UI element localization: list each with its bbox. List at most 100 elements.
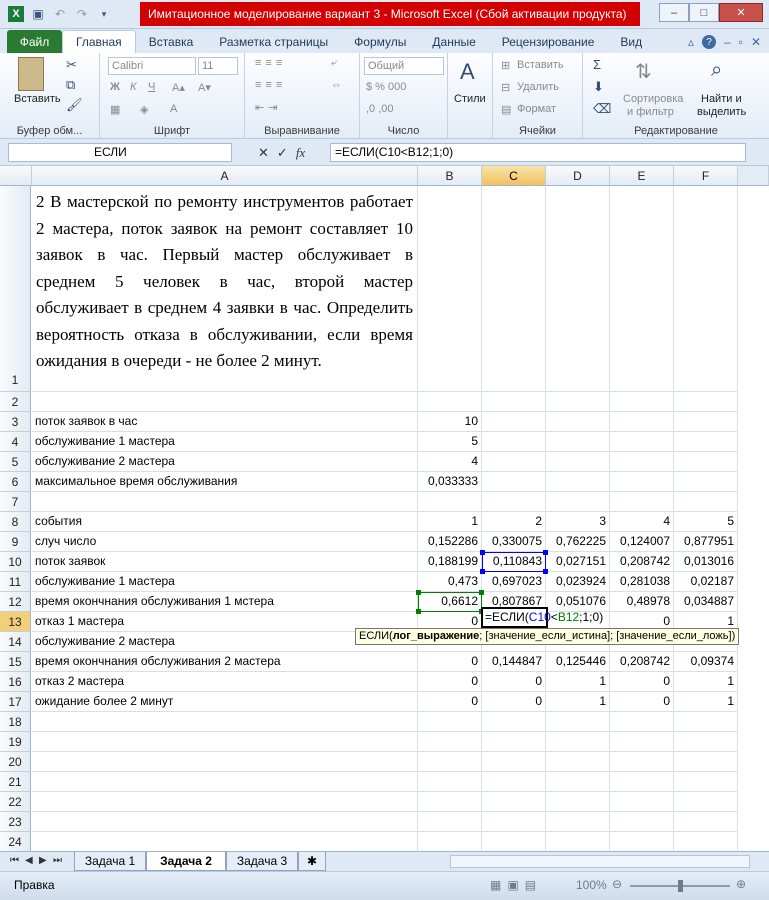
row-header-10[interactable]: 10: [0, 552, 31, 572]
cell-e22[interactable]: [610, 792, 674, 812]
cell-b22[interactable]: [418, 792, 482, 812]
sheet-tab-3[interactable]: Задача 3: [226, 852, 298, 871]
row-header-3[interactable]: 3: [0, 412, 31, 432]
merge-icon[interactable]: ⇔: [331, 79, 342, 91]
cell-b17[interactable]: 0: [418, 692, 482, 712]
cell-a7[interactable]: [32, 492, 418, 512]
minimize-ribbon-icon[interactable]: ▵: [688, 35, 694, 49]
format-cells-button[interactable]: Формат: [517, 103, 556, 115]
cell-c11[interactable]: 0,697023: [482, 572, 546, 592]
cancel-formula-icon[interactable]: ✕: [258, 145, 269, 161]
cell-e6[interactable]: [610, 472, 674, 492]
ref-highlight-c10-handle[interactable]: [543, 569, 548, 574]
ref-highlight-b12-handle[interactable]: [416, 609, 421, 614]
row-header-6[interactable]: 6: [0, 472, 31, 492]
cell-a22[interactable]: [32, 792, 418, 812]
cell-d17[interactable]: 1: [546, 692, 610, 712]
cell-a15[interactable]: время окончнания обслуживания 2 мастера: [32, 652, 418, 672]
cell-f7[interactable]: [674, 492, 738, 512]
cell-f4[interactable]: [674, 432, 738, 452]
autosum-icon[interactable]: Σ: [593, 57, 601, 72]
zoom-slider-thumb[interactable]: [678, 880, 683, 892]
find-select-label[interactable]: Найти и: [701, 93, 742, 105]
insert-sheet-icon[interactable]: ✱: [298, 852, 326, 871]
cell-e17[interactable]: 0: [610, 692, 674, 712]
doc-restore-icon[interactable]: ▫: [739, 35, 743, 49]
cell-b3[interactable]: 10: [418, 412, 482, 432]
cell-d11[interactable]: 0,023924: [546, 572, 610, 592]
cell-b21[interactable]: [418, 772, 482, 792]
cell-e24[interactable]: [610, 832, 674, 851]
cell-d15[interactable]: 0,125446: [546, 652, 610, 672]
format-painter-icon[interactable]: 🖌: [66, 97, 83, 113]
first-sheet-icon[interactable]: ⏮: [10, 855, 19, 866]
cell-a6[interactable]: максимальное время обслуживания: [32, 472, 418, 492]
cell-f16[interactable]: 1: [674, 672, 738, 692]
insert-function-icon[interactable]: fx: [296, 145, 305, 161]
cell-a18[interactable]: [32, 712, 418, 732]
paste-icon[interactable]: [18, 57, 44, 91]
cell-a9[interactable]: случ число: [32, 532, 418, 552]
v-scrollbar-top[interactable]: [738, 166, 769, 186]
cut-icon[interactable]: ✂: [66, 57, 77, 73]
cell-c3[interactable]: [482, 412, 546, 432]
cell-b2[interactable]: [418, 392, 482, 412]
cell-e10[interactable]: 0,208742: [610, 552, 674, 572]
clear-icon[interactable]: ⌫: [593, 101, 611, 117]
cell-e16[interactable]: 0: [610, 672, 674, 692]
cell-d22[interactable]: [546, 792, 610, 812]
cell-a8[interactable]: события: [32, 512, 418, 532]
cell-e5[interactable]: [610, 452, 674, 472]
copy-icon[interactable]: ⧉: [66, 77, 75, 93]
col-header-a[interactable]: A: [32, 166, 418, 186]
binoculars-icon[interactable]: ⌕: [711, 59, 722, 82]
cell-e12[interactable]: 0,48978: [610, 592, 674, 612]
sheet-tab-2[interactable]: Задача 2: [146, 852, 226, 871]
bold-button[interactable]: Ж: [110, 81, 120, 93]
row-header-13[interactable]: 13: [0, 612, 31, 632]
tab-review[interactable]: Рецензирование: [489, 31, 608, 53]
row-header-24[interactable]: 24: [0, 832, 31, 851]
font-size-select[interactable]: 11: [198, 57, 238, 75]
function-tooltip[interactable]: ЕСЛИ(лог_выражение; [значение_если_истин…: [355, 628, 740, 645]
cell-d21[interactable]: [546, 772, 610, 792]
row-header-2[interactable]: 2: [0, 392, 31, 412]
cell-d24[interactable]: [546, 832, 610, 851]
cell-b24[interactable]: [418, 832, 482, 851]
cell-c4[interactable]: [482, 432, 546, 452]
name-box[interactable]: ЕСЛИ: [8, 143, 232, 162]
cell-f23[interactable]: [674, 812, 738, 832]
cell-f24[interactable]: [674, 832, 738, 851]
zoom-out-icon[interactable]: ⊖: [612, 877, 622, 891]
cell-e15[interactable]: 0,208742: [610, 652, 674, 672]
help-icon[interactable]: ?: [701, 35, 716, 49]
cell-f6[interactable]: [674, 472, 738, 492]
tab-file[interactable]: Файл: [7, 30, 62, 53]
row-header-22[interactable]: 22: [0, 792, 31, 812]
italic-button[interactable]: К: [130, 81, 136, 93]
col-header-c[interactable]: C: [482, 166, 546, 186]
row-header-8[interactable]: 8: [0, 512, 31, 532]
cell-b9[interactable]: 0,152286: [418, 532, 482, 552]
cell-b6[interactable]: 0,033333: [418, 472, 482, 492]
cell-c17[interactable]: 0: [482, 692, 546, 712]
cell-f17[interactable]: 1: [674, 692, 738, 712]
ref-highlight-b12-handle[interactable]: [416, 590, 421, 595]
page-layout-view-icon[interactable]: ▣: [507, 878, 518, 892]
row-header-5[interactable]: 5: [0, 452, 31, 472]
enter-formula-icon[interactable]: ✓: [277, 145, 288, 161]
insert-cells-button[interactable]: Вставить: [517, 59, 564, 71]
cell-c19[interactable]: [482, 732, 546, 752]
align-left-icons[interactable]: ≡≡≡: [255, 79, 286, 91]
cell-f3[interactable]: [674, 412, 738, 432]
row-header-19[interactable]: 19: [0, 732, 31, 752]
number-format-select[interactable]: Общий: [364, 57, 444, 75]
cell-e23[interactable]: [610, 812, 674, 832]
paste-button[interactable]: Вставить: [14, 93, 61, 105]
cell-a11[interactable]: обслуживание 1 мастера: [32, 572, 418, 592]
cell-c21[interactable]: [482, 772, 546, 792]
next-sheet-icon[interactable]: ▶: [39, 855, 47, 866]
cell-c5[interactable]: [482, 452, 546, 472]
cell-c16[interactable]: 0: [482, 672, 546, 692]
indent-icons[interactable]: ⇤⇥: [255, 101, 281, 114]
